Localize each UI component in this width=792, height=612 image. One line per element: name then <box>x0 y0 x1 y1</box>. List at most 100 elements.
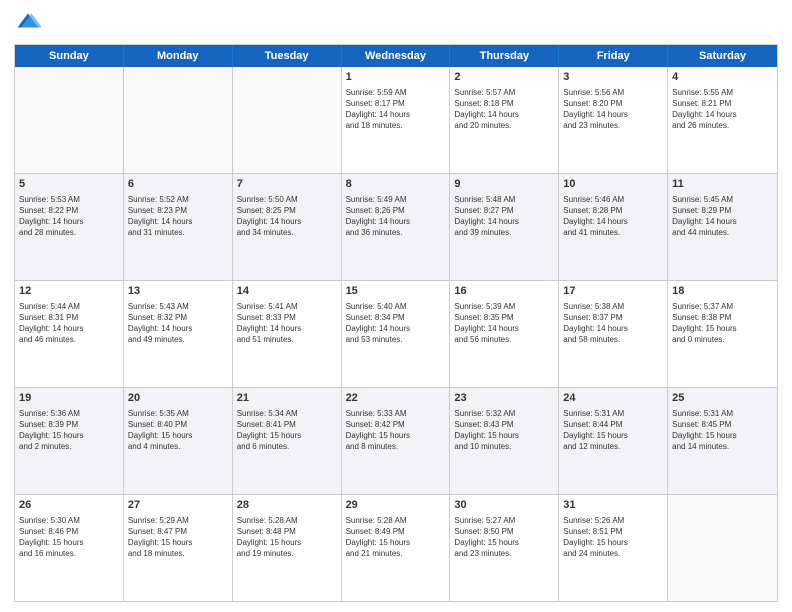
cal-cell-day-19: 19 Sunrise: 5:36 AM Sunset: 8:39 PM Dayli… <box>15 388 124 494</box>
day-number: 24 <box>563 391 663 406</box>
cal-cell-day-16: 16 Sunrise: 5:39 AM Sunset: 8:35 PM Dayli… <box>450 281 559 387</box>
header-day-tuesday: Tuesday <box>233 45 342 67</box>
cal-cell-day-1: 1 Sunrise: 5:59 AM Sunset: 8:17 PM Daylig… <box>342 67 451 173</box>
cell-info: Sunrise: 5:38 AM Sunset: 8:37 PM Dayligh… <box>563 301 663 346</box>
header-day-thursday: Thursday <box>450 45 559 67</box>
cal-cell-day-11: 11 Sunrise: 5:45 AM Sunset: 8:29 PM Dayli… <box>668 174 777 280</box>
cell-info: Sunrise: 5:36 AM Sunset: 8:39 PM Dayligh… <box>19 408 119 453</box>
header-day-friday: Friday <box>559 45 668 67</box>
day-number: 25 <box>672 391 773 406</box>
cell-info: Sunrise: 5:30 AM Sunset: 8:46 PM Dayligh… <box>19 515 119 560</box>
day-number: 5 <box>19 177 119 192</box>
day-number: 20 <box>128 391 228 406</box>
day-number: 4 <box>672 70 773 85</box>
cal-cell-day-20: 20 Sunrise: 5:35 AM Sunset: 8:40 PM Dayli… <box>124 388 233 494</box>
cell-info: Sunrise: 5:59 AM Sunset: 8:17 PM Dayligh… <box>346 87 446 132</box>
day-number: 8 <box>346 177 446 192</box>
calendar: SundayMondayTuesdayWednesdayThursdayFrid… <box>14 44 778 602</box>
cal-cell-day-22: 22 Sunrise: 5:33 AM Sunset: 8:42 PM Dayli… <box>342 388 451 494</box>
day-number: 14 <box>237 284 337 299</box>
cell-info: Sunrise: 5:28 AM Sunset: 8:49 PM Dayligh… <box>346 515 446 560</box>
cell-info: Sunrise: 5:56 AM Sunset: 8:20 PM Dayligh… <box>563 87 663 132</box>
cal-cell-day-29: 29 Sunrise: 5:28 AM Sunset: 8:49 PM Dayli… <box>342 495 451 601</box>
day-number: 28 <box>237 498 337 513</box>
day-number: 18 <box>672 284 773 299</box>
cell-info: Sunrise: 5:53 AM Sunset: 8:22 PM Dayligh… <box>19 194 119 239</box>
cell-info: Sunrise: 5:31 AM Sunset: 8:44 PM Dayligh… <box>563 408 663 453</box>
day-number: 2 <box>454 70 554 85</box>
cell-info: Sunrise: 5:31 AM Sunset: 8:45 PM Dayligh… <box>672 408 773 453</box>
day-number: 3 <box>563 70 663 85</box>
cell-info: Sunrise: 5:48 AM Sunset: 8:27 PM Dayligh… <box>454 194 554 239</box>
calendar-header: SundayMondayTuesdayWednesdayThursdayFrid… <box>15 45 777 67</box>
day-number: 31 <box>563 498 663 513</box>
cal-cell-day-31: 31Sunrise: 5:26 AM Sunset: 8:51 PM Dayli… <box>559 495 668 601</box>
cal-cell-day-23: 23Sunrise: 5:32 AM Sunset: 8:43 PM Dayli… <box>450 388 559 494</box>
cal-cell-day-12: 12Sunrise: 5:44 AM Sunset: 8:31 PM Dayli… <box>15 281 124 387</box>
day-number: 23 <box>454 391 554 406</box>
cal-cell-day-26: 26 Sunrise: 5:30 AM Sunset: 8:46 PM Dayli… <box>15 495 124 601</box>
day-number: 15 <box>346 284 446 299</box>
cell-info: Sunrise: 5:33 AM Sunset: 8:42 PM Dayligh… <box>346 408 446 453</box>
cell-info: Sunrise: 5:27 AM Sunset: 8:50 PM Dayligh… <box>454 515 554 560</box>
header-day-monday: Monday <box>124 45 233 67</box>
cal-cell-day-27: 27 Sunrise: 5:29 AM Sunset: 8:47 PM Dayli… <box>124 495 233 601</box>
cal-cell-day-3: 3 Sunrise: 5:56 AM Sunset: 8:20 PM Daylig… <box>559 67 668 173</box>
cell-info: Sunrise: 5:35 AM Sunset: 8:40 PM Dayligh… <box>128 408 228 453</box>
day-number: 12 <box>19 284 119 299</box>
header <box>14 10 778 38</box>
cal-cell-day-13: 13 Sunrise: 5:43 AM Sunset: 8:32 PM Dayli… <box>124 281 233 387</box>
logo <box>14 10 46 38</box>
cell-info: Sunrise: 5:41 AM Sunset: 8:33 PM Dayligh… <box>237 301 337 346</box>
cell-info: Sunrise: 5:34 AM Sunset: 8:41 PM Dayligh… <box>237 408 337 453</box>
cell-info: Sunrise: 5:57 AM Sunset: 8:18 PM Dayligh… <box>454 87 554 132</box>
day-number: 1 <box>346 70 446 85</box>
day-number: 11 <box>672 177 773 192</box>
cell-info: Sunrise: 5:46 AM Sunset: 8:28 PM Dayligh… <box>563 194 663 239</box>
cell-info: Sunrise: 5:49 AM Sunset: 8:26 PM Dayligh… <box>346 194 446 239</box>
calendar-row-3: 12Sunrise: 5:44 AM Sunset: 8:31 PM Dayli… <box>15 280 777 387</box>
cal-cell-empty <box>233 67 342 173</box>
day-number: 19 <box>19 391 119 406</box>
calendar-body: 1 Sunrise: 5:59 AM Sunset: 8:17 PM Daylig… <box>15 67 777 601</box>
day-number: 29 <box>346 498 446 513</box>
calendar-row-2: 5 Sunrise: 5:53 AM Sunset: 8:22 PM Daylig… <box>15 173 777 280</box>
day-number: 26 <box>19 498 119 513</box>
day-number: 21 <box>237 391 337 406</box>
page: SundayMondayTuesdayWednesdayThursdayFrid… <box>0 0 792 612</box>
day-number: 17 <box>563 284 663 299</box>
day-number: 6 <box>128 177 228 192</box>
day-number: 22 <box>346 391 446 406</box>
logo-icon <box>14 10 42 38</box>
cal-cell-day-21: 21 Sunrise: 5:34 AM Sunset: 8:41 PM Dayli… <box>233 388 342 494</box>
cell-info: Sunrise: 5:40 AM Sunset: 8:34 PM Dayligh… <box>346 301 446 346</box>
cal-cell-day-18: 18 Sunrise: 5:37 AM Sunset: 8:38 PM Dayli… <box>668 281 777 387</box>
cal-cell-empty <box>668 495 777 601</box>
cal-cell-day-5: 5 Sunrise: 5:53 AM Sunset: 8:22 PM Daylig… <box>15 174 124 280</box>
cal-cell-day-2: 2 Sunrise: 5:57 AM Sunset: 8:18 PM Daylig… <box>450 67 559 173</box>
header-day-sunday: Sunday <box>15 45 124 67</box>
cal-cell-empty <box>124 67 233 173</box>
cal-cell-day-6: 6 Sunrise: 5:52 AM Sunset: 8:23 PM Daylig… <box>124 174 233 280</box>
cell-info: Sunrise: 5:29 AM Sunset: 8:47 PM Dayligh… <box>128 515 228 560</box>
cell-info: Sunrise: 5:45 AM Sunset: 8:29 PM Dayligh… <box>672 194 773 239</box>
day-number: 30 <box>454 498 554 513</box>
calendar-row-5: 26 Sunrise: 5:30 AM Sunset: 8:46 PM Dayli… <box>15 494 777 601</box>
day-number: 27 <box>128 498 228 513</box>
header-day-saturday: Saturday <box>668 45 777 67</box>
day-number: 7 <box>237 177 337 192</box>
cell-info: Sunrise: 5:28 AM Sunset: 8:48 PM Dayligh… <box>237 515 337 560</box>
cell-info: Sunrise: 5:43 AM Sunset: 8:32 PM Dayligh… <box>128 301 228 346</box>
cal-cell-day-4: 4 Sunrise: 5:55 AM Sunset: 8:21 PM Daylig… <box>668 67 777 173</box>
day-number: 9 <box>454 177 554 192</box>
cell-info: Sunrise: 5:55 AM Sunset: 8:21 PM Dayligh… <box>672 87 773 132</box>
cell-info: Sunrise: 5:37 AM Sunset: 8:38 PM Dayligh… <box>672 301 773 346</box>
cal-cell-empty <box>15 67 124 173</box>
cell-info: Sunrise: 5:52 AM Sunset: 8:23 PM Dayligh… <box>128 194 228 239</box>
day-number: 16 <box>454 284 554 299</box>
cell-info: Sunrise: 5:39 AM Sunset: 8:35 PM Dayligh… <box>454 301 554 346</box>
cal-cell-day-15: 15 Sunrise: 5:40 AM Sunset: 8:34 PM Dayli… <box>342 281 451 387</box>
day-number: 13 <box>128 284 228 299</box>
cal-cell-day-28: 28 Sunrise: 5:28 AM Sunset: 8:48 PM Dayli… <box>233 495 342 601</box>
cal-cell-day-30: 30 Sunrise: 5:27 AM Sunset: 8:50 PM Dayli… <box>450 495 559 601</box>
